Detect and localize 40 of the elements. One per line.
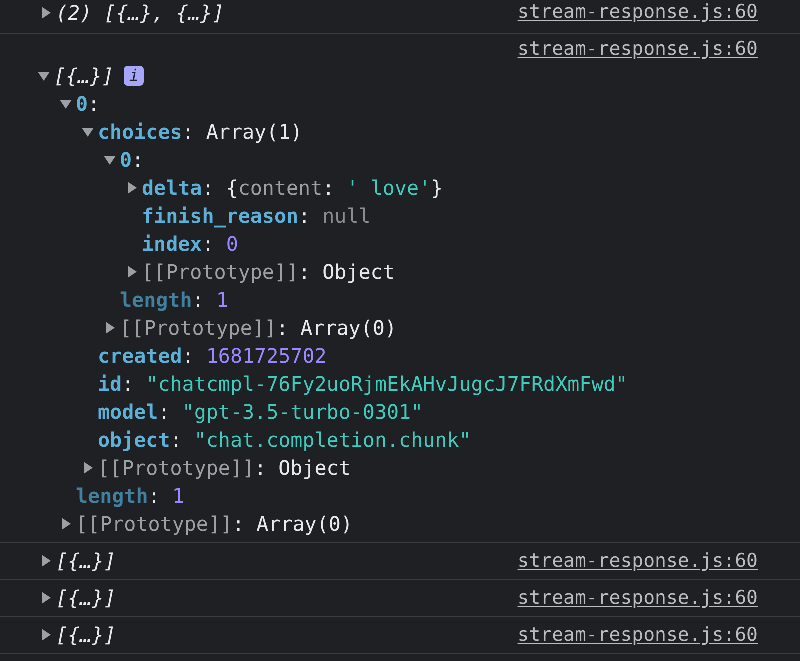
source-link[interactable]: stream-response.js:60 <box>518 34 758 64</box>
collapsed-triangle-icon[interactable] <box>82 462 94 474</box>
collapsed-triangle-icon[interactable] <box>40 592 52 604</box>
property-line: delta: {content: ' love'} <box>142 175 444 202</box>
expanded-triangle-icon[interactable] <box>38 70 50 82</box>
property-line: model: "gpt-3.5-turbo-0301" <box>98 399 424 426</box>
info-badge[interactable]: i <box>124 66 144 86</box>
expanded-triangle-icon[interactable] <box>60 98 72 110</box>
source-link[interactable]: stream-response.js:60 <box>518 584 758 612</box>
property-line: choices: Array(1) <box>98 119 303 146</box>
property-line: length: 1 <box>76 483 184 510</box>
collapsed-triangle-icon[interactable] <box>40 6 52 18</box>
property-line: 0: <box>76 91 100 118</box>
property-line: created: 1681725702 <box>98 343 327 370</box>
property-line: finish_reason: null <box>142 203 371 230</box>
property-line: [[Prototype]]: Array(0) <box>76 511 353 538</box>
expanded-triangle-icon[interactable] <box>82 126 94 138</box>
expanded-triangle-icon[interactable] <box>104 154 116 166</box>
collapsed-triangle-icon[interactable] <box>60 518 72 530</box>
log-summary[interactable]: [{…}] <box>56 546 116 576</box>
collapsed-triangle-icon[interactable] <box>40 555 52 567</box>
source-link[interactable]: stream-response.js:60 <box>518 620 758 650</box>
collapsed-triangle-icon[interactable] <box>104 322 116 334</box>
property-line: 0: <box>120 147 144 174</box>
property-line: index: 0 <box>142 231 238 258</box>
collapsed-triangle-icon[interactable] <box>126 182 138 194</box>
collapsed-triangle-icon[interactable] <box>40 629 52 641</box>
log-summary[interactable]: [{…}] <box>56 620 116 650</box>
property-line: length: 1 <box>120 287 228 314</box>
property-line: [[Prototype]]: Object <box>98 455 351 482</box>
property-line: [[Prototype]]: Object <box>142 259 395 286</box>
property-line: id: "chatcmpl-76Fy2uoRjmEkAHvJugcJ7FRdXmFwd" <box>98 371 628 398</box>
property-line: object: "chat.completion.chunk" <box>98 427 472 454</box>
source-link[interactable]: stream-response.js:60 <box>518 546 758 576</box>
log-summary[interactable]: [{…}] <box>56 583 116 613</box>
log-summary[interactable]: (2) [{…}, {…}] <box>56 0 225 28</box>
log-summary[interactable]: [{…}] <box>54 61 114 91</box>
property-line: [[Prototype]]: Array(0) <box>120 315 397 342</box>
source-link[interactable]: stream-response.js:60 <box>518 0 758 27</box>
collapsed-triangle-icon[interactable] <box>126 266 138 278</box>
